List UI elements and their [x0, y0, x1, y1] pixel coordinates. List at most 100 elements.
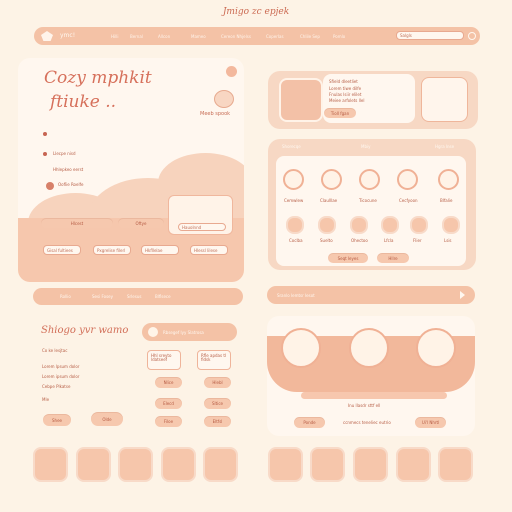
paw-icon [226, 66, 237, 77]
right-avatar-3[interactable] [416, 328, 456, 368]
gallery-tile-3[interactable] [350, 216, 368, 234]
right-footer-button-1[interactable]: Ponde [294, 417, 325, 428]
hero-button-2[interactable]: Oftye [118, 218, 164, 228]
left-grid-text-1: Hhl sreyto ldatseef [151, 353, 172, 362]
select-4[interactable]: Hlessl lilese [190, 245, 228, 255]
left-grid-card-2[interactable]: Rfle apdas tl fidsk [197, 350, 231, 370]
hero-title-line-1: Cozy mphkit [44, 68, 152, 88]
gallery-tile-2[interactable] [318, 216, 336, 234]
nav-item-2[interactable]: Bernal [130, 34, 143, 39]
gallery-label-4: Cecfyoon [399, 198, 418, 203]
promo-line-4: Meiee arfolets llel [329, 98, 365, 103]
bottom-tile-left-1[interactable] [33, 447, 68, 482]
select-1[interactable]: Gisal fultiees [43, 245, 81, 255]
bottom-tile-right-1[interactable] [268, 447, 303, 482]
promo-line-2: Lorem tiwe dilfe [329, 86, 362, 91]
bottom-tile-left-3[interactable] [118, 447, 153, 482]
left-panel-line-3: Cebpe Plkatse [42, 384, 71, 389]
bottom-tile-left-4[interactable] [161, 447, 196, 482]
gallery-button-1[interactable]: Seqt leyes [328, 253, 368, 263]
left-widget-header: Rbsegef lyy Slatrosa [142, 323, 237, 341]
nav-item-7[interactable]: Chlile Sep [300, 34, 320, 39]
home-icon[interactable] [41, 31, 53, 41]
left-widget-label: Rbsegef lyy Slatrosa [163, 330, 204, 335]
left-tab-3[interactable]: Srlesus [127, 295, 141, 299]
gallery-avatar-4[interactable] [397, 169, 418, 190]
hero-title-line-2: ftiuke .. [50, 92, 117, 112]
cat-icon [214, 90, 234, 108]
left-tab-4[interactable]: Blflsece [155, 295, 171, 299]
left-tabs-bar: Rollio Sesi Fosey Srlesus Blflsece [33, 288, 243, 305]
select-2[interactable]: Pxgrelise filerl [93, 245, 131, 255]
left-grid-button-3[interactable]: Elecd [155, 398, 182, 409]
gallery-label-3: Ticocune [359, 198, 377, 203]
search-icon[interactable] [468, 32, 476, 40]
app-title: Jmigo zc epjek [222, 7, 290, 17]
gallery-tile-5[interactable] [410, 216, 428, 234]
gallery-tile-4[interactable] [381, 216, 399, 234]
left-panel-button-1[interactable]: Shee [43, 414, 71, 426]
bottom-tile-right-5[interactable] [438, 447, 473, 482]
mini-panel-input[interactable]: Hauolnnd [178, 223, 226, 231]
left-grid-button-6[interactable]: Eltfsl [204, 416, 231, 427]
nav-item-3[interactable]: Allcon [158, 34, 170, 39]
gallery-tab-3[interactable]: Hgra lnse [435, 145, 454, 149]
gallery-avatar-1[interactable] [283, 169, 304, 190]
left-grid-button-5[interactable]: Filoe [155, 416, 182, 427]
gallery-label-2: Claulllae [320, 198, 338, 203]
right-footer-text: ccnmecs teneliec eutrio [343, 420, 391, 425]
promo-button[interactable]: Tioll fgan [324, 108, 356, 118]
left-panel-button-2[interactable]: Olde [91, 412, 123, 426]
left-grid-card-1[interactable]: Hhl sreyto ldatseef [147, 350, 181, 370]
gallery-avatar-2[interactable] [321, 169, 342, 190]
gallery-button-2[interactable]: Hllre [377, 253, 409, 263]
right-avatar-1[interactable] [281, 328, 321, 368]
left-grid-button-4[interactable]: Sltice [204, 398, 231, 409]
nav-item-5[interactable]: Cereon Nhjelss [221, 34, 251, 39]
left-grid-button-1[interactable]: Nlice [155, 377, 182, 388]
bottom-tile-left-5[interactable] [203, 447, 238, 482]
gallery-label-5: Blfalie [440, 198, 453, 203]
nav-item-8[interactable]: Pomlo [333, 34, 345, 39]
select-3[interactable]: Hkfllelae [141, 245, 179, 255]
hero-button-1[interactable]: Hlcest [41, 218, 113, 228]
gallery-row2-label-1: Coclba [289, 238, 303, 243]
gallery-row2-label-4: Lfcla [384, 238, 394, 243]
right-top-bar: Sranlo lemtsr lesot [267, 286, 475, 304]
nav-item-1[interactable]: Hilli [111, 34, 118, 39]
nav-item-6[interactable]: Coperlas [266, 34, 284, 39]
gallery-row2-label-3: Ohectoo [351, 238, 368, 243]
bottom-tile-right-4[interactable] [396, 447, 431, 482]
logo-text: ymc! [60, 32, 76, 39]
left-tab-2[interactable]: Sesi Fosey [92, 295, 113, 299]
search-input[interactable]: Salgls [396, 31, 464, 40]
gallery-tile-1[interactable] [286, 216, 304, 234]
gallery-tab-1[interactable]: Shorecqe [282, 145, 301, 149]
gallery-avatar-3[interactable] [359, 169, 380, 190]
promo-image [279, 78, 323, 122]
promo-line-3: Fnulas lsiir elilet [329, 92, 362, 97]
right-avatar-2[interactable] [349, 328, 389, 368]
gallery-avatar-5[interactable] [438, 169, 459, 190]
nav-item-4[interactable]: Mameo [191, 34, 206, 39]
left-panel-line-1: Lorem lpsum dolor [42, 364, 80, 369]
hero-card: Cozy mphkit ftiuke .. Meeb spook Llecpe … [18, 58, 244, 282]
gallery-tab-2[interactable]: Mbiy [361, 145, 370, 149]
left-tab-1[interactable]: Rollio [60, 295, 71, 299]
left-panel-bottom-label: Mle [42, 397, 50, 402]
bottom-tile-right-2[interactable] [310, 447, 345, 482]
right-footer-button-2[interactable]: Ui'l Nhrtl [415, 417, 446, 428]
bullet-icon-1 [43, 132, 47, 136]
bottom-tile-left-2[interactable] [76, 447, 111, 482]
progress-track[interactable] [301, 392, 447, 399]
gallery-tile-6[interactable] [442, 216, 460, 234]
avatar [46, 182, 54, 190]
gear-icon[interactable] [148, 327, 158, 337]
hero-bullet-2: Hhlepkeo eerst [53, 167, 84, 172]
left-panel-subtitle: Co ke lesjtac [42, 348, 68, 353]
bottom-tile-right-3[interactable] [353, 447, 388, 482]
left-grid-button-2[interactable]: Hlebl [204, 377, 231, 388]
chevron-right-icon[interactable] [460, 291, 465, 299]
gallery-row2-label-5: Flier [413, 238, 422, 243]
left-panel-line-2: Lorem ipsum dolor [42, 374, 80, 379]
